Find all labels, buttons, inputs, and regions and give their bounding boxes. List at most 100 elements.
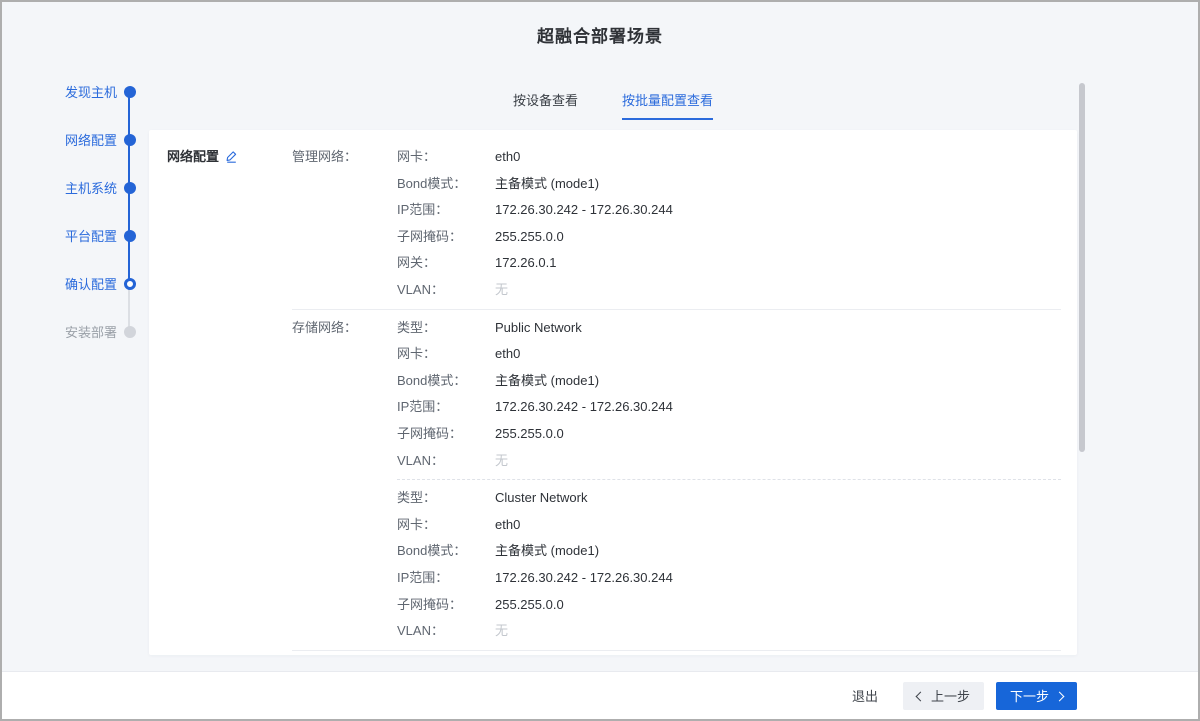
field-row: VLAN：无: [397, 618, 1061, 645]
exit-button[interactable]: 退出: [852, 686, 878, 705]
step-dot: [124, 86, 136, 98]
field-label: 网卡：: [397, 341, 495, 368]
sidebar-step-done[interactable]: 平台配置: [66, 229, 136, 242]
tab-0[interactable]: 按设备查看: [513, 92, 578, 120]
network-group: 存储网络：类型：Public Network网卡：eth0Bond模式：主备模式…: [292, 315, 1061, 645]
section-column: 网络配置: [167, 144, 292, 655]
step-dot: [124, 326, 136, 338]
field-label: Bond模式：: [397, 538, 495, 565]
field-value: eth0: [495, 341, 520, 368]
step-dot: [124, 182, 136, 194]
field-row: Bond模式：主备模式 (mode1): [397, 171, 1061, 198]
field-row: 网卡：eth0: [397, 144, 1061, 171]
field-row: Bond模式：主备模式 (mode1): [397, 368, 1061, 395]
field-row: 子网掩码：255.255.0.0: [397, 421, 1061, 448]
field-label: 子网掩码：: [397, 224, 495, 251]
field-row: 类型：Public Network: [397, 315, 1061, 342]
step-dot: [124, 278, 136, 290]
field-label: IP范围：: [397, 565, 495, 592]
sidebar-step-current[interactable]: 确认配置: [66, 277, 136, 290]
field-label: 网卡：: [397, 512, 495, 539]
field-value: Public Network: [495, 315, 582, 342]
field-label: Bond模式：: [397, 171, 495, 198]
field-row: 类型：Cluster Network: [397, 485, 1061, 512]
footer-bar: 退出 上一步 下一步: [2, 671, 1198, 719]
edit-pencil-icon[interactable]: [225, 150, 238, 168]
sidebar-step-done[interactable]: 发现主机: [66, 85, 136, 98]
field-label: 子网掩码：: [397, 421, 495, 448]
field-value: 255.255.0.0: [495, 224, 564, 251]
field-value: eth0: [495, 512, 520, 539]
chevron-left-icon: [916, 691, 926, 701]
group-label: 管理网络：: [292, 144, 397, 304]
field-row: 子网掩码：255.255.0.0: [397, 224, 1061, 251]
tab-bar: 按设备查看 按批量配置查看: [149, 92, 1077, 120]
field-label: VLAN：: [397, 618, 495, 645]
step-label: 平台配置: [65, 226, 117, 245]
step-list: 发现主机网络配置主机系统平台配置确认配置安装部署: [66, 85, 136, 338]
next-step-button[interactable]: 下一步: [996, 682, 1077, 710]
config-block: 类型：Cluster Network网卡：eth0Bond模式：主备模式 (mo…: [397, 485, 1061, 645]
config-summary-card: 网络配置 管理网络：网卡：eth0Bond模式：主备模式 (mode1)IP范围…: [149, 130, 1077, 655]
field-value: 无: [495, 277, 508, 304]
field-value: 主备模式 (mode1): [495, 171, 599, 198]
field-label: Bond模式：: [397, 368, 495, 395]
field-label: 子网掩码：: [397, 592, 495, 619]
next-step-label: 下一步: [1010, 686, 1049, 705]
field-label: VLAN：: [397, 277, 495, 304]
group-divider: [292, 650, 1061, 651]
field-label: 类型：: [397, 485, 495, 512]
chevron-right-icon: [1055, 691, 1065, 701]
field-value: 主备模式 (mode1): [495, 368, 599, 395]
field-value: 255.255.0.0: [495, 592, 564, 619]
config-block: 类型：Public Network网卡：eth0Bond模式：主备模式 (mod…: [397, 315, 1061, 475]
field-row: IP范围：172.26.30.242 - 172.26.30.244: [397, 565, 1061, 592]
tab-1-active[interactable]: 按批量配置查看: [622, 92, 713, 120]
group-label: 存储网络：: [292, 315, 397, 645]
vertical-scrollbar[interactable]: [1079, 83, 1085, 452]
sidebar-step-done[interactable]: 网络配置: [66, 133, 136, 146]
sidebar-step-pending[interactable]: 安装部署: [66, 325, 136, 338]
field-row: 网卡：eth0: [397, 512, 1061, 539]
step-label: 发现主机: [65, 82, 117, 101]
field-row: IP范围：172.26.30.242 - 172.26.30.244: [397, 394, 1061, 421]
field-value: 无: [495, 448, 508, 475]
field-label: IP范围：: [397, 394, 495, 421]
group-blocks: 网卡：eth0Bond模式：主备模式 (mode1)IP范围：172.26.30…: [397, 144, 1061, 304]
field-value: 172.26.30.242 - 172.26.30.244: [495, 565, 673, 592]
prev-step-button[interactable]: 上一步: [903, 682, 984, 710]
field-row: 子网掩码：255.255.0.0: [397, 592, 1061, 619]
step-dot: [124, 134, 136, 146]
field-value: 172.26.0.1: [495, 250, 556, 277]
config-block: 网卡：eth0Bond模式：主备模式 (mode1)IP范围：172.26.30…: [397, 144, 1061, 304]
network-groups: 管理网络：网卡：eth0Bond模式：主备模式 (mode1)IP范围：172.…: [292, 144, 1061, 655]
field-label: 网关：: [397, 250, 495, 277]
field-value: 172.26.30.242 - 172.26.30.244: [495, 394, 673, 421]
field-value: 无: [495, 618, 508, 645]
field-label: VLAN：: [397, 448, 495, 475]
sidebar-step-done[interactable]: 主机系统: [66, 181, 136, 194]
field-value: eth0: [495, 144, 520, 171]
field-row: 网关：172.26.0.1: [397, 250, 1061, 277]
step-label: 主机系统: [65, 178, 117, 197]
field-value: 255.255.0.0: [495, 421, 564, 448]
field-row: VLAN：无: [397, 448, 1061, 475]
step-label: 网络配置: [65, 130, 117, 149]
field-row: Bond模式：主备模式 (mode1): [397, 538, 1061, 565]
block-divider-dashed: [397, 479, 1061, 480]
field-label: IP范围：: [397, 197, 495, 224]
page-title: 超融合部署场景: [537, 22, 663, 47]
step-dot: [124, 230, 136, 242]
header: 超融合部署场景: [2, 2, 1198, 66]
network-group: 管理网络：网卡：eth0Bond模式：主备模式 (mode1)IP范围：172.…: [292, 144, 1061, 304]
field-row: 网卡：eth0: [397, 341, 1061, 368]
field-value: 主备模式 (mode1): [495, 538, 599, 565]
step-label: 确认配置: [65, 274, 117, 293]
prev-step-label: 上一步: [931, 686, 970, 705]
field-row: IP范围：172.26.30.242 - 172.26.30.244: [397, 197, 1061, 224]
field-row: VLAN：无: [397, 277, 1061, 304]
field-value: 172.26.30.242 - 172.26.30.244: [495, 197, 673, 224]
field-label: 网卡：: [397, 144, 495, 171]
section-title: 网络配置: [167, 149, 219, 164]
step-label: 安装部署: [65, 322, 117, 341]
